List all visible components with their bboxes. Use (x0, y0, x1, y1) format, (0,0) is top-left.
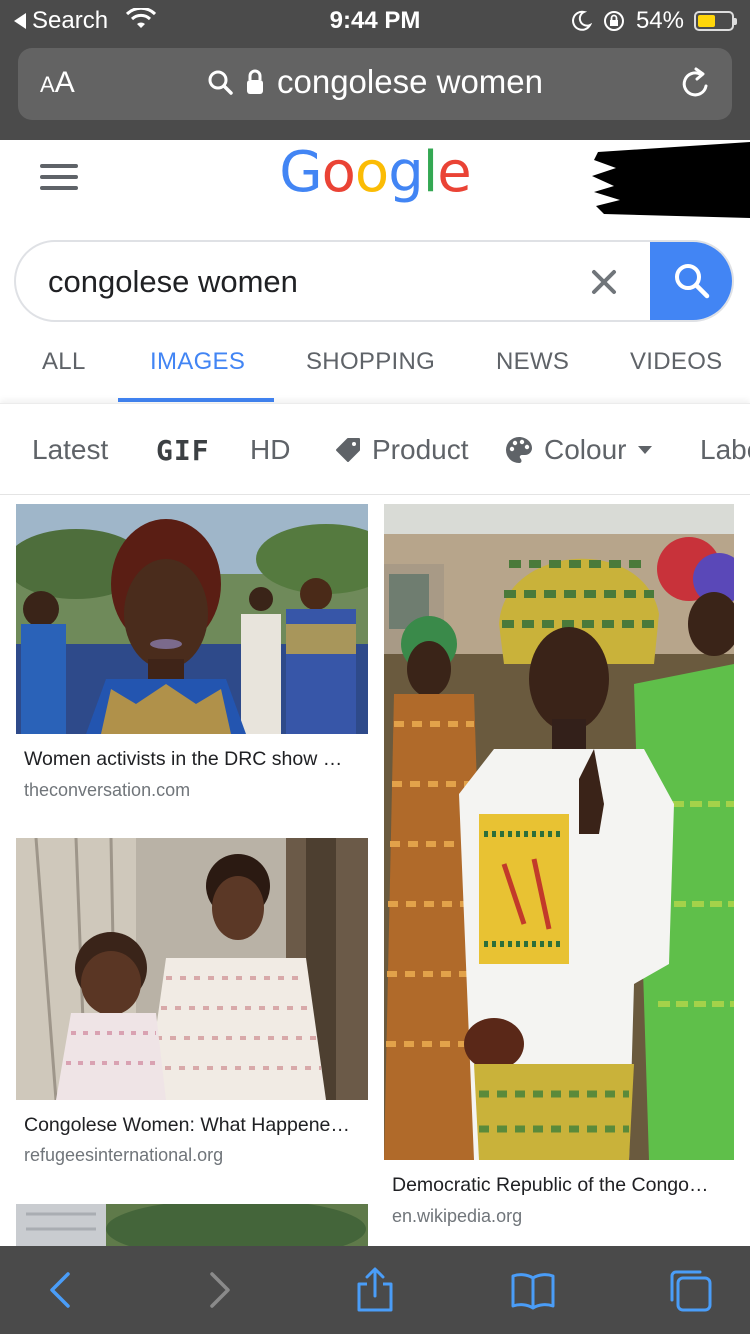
google-logo-letter: o (321, 140, 356, 205)
filter-latest[interactable]: Latest (32, 434, 108, 466)
google-logo-letter: g (388, 140, 424, 205)
tab-shopping[interactable]: SHOPPING (306, 348, 435, 376)
result-thumbnail-image[interactable] (16, 504, 368, 734)
address-bar[interactable]: AA congolese women (18, 48, 732, 120)
safari-toolbar (0, 1246, 750, 1334)
google-logo-letter: l (422, 140, 439, 205)
google-logo-letter: G (279, 140, 322, 205)
search-button[interactable] (650, 242, 732, 320)
share-icon[interactable] (351, 1266, 399, 1314)
search-tabs: ALL IMAGES SHOPPING NEWS VIDEOS (0, 330, 750, 402)
search-icon (675, 264, 710, 299)
tab-news[interactable]: NEWS (496, 348, 569, 376)
result-thumbnail-image[interactable] (16, 838, 368, 1100)
tag-icon (336, 438, 360, 462)
palette-icon (506, 437, 532, 463)
result-title[interactable]: Democratic Republic of the Congo… (392, 1174, 709, 1197)
result-source[interactable]: en.wikipedia.org (392, 1206, 522, 1227)
search-input[interactable]: congolese women (48, 264, 298, 300)
tab-all[interactable]: ALL (42, 348, 86, 376)
orientation-lock-icon (603, 11, 624, 31)
active-tab-indicator (118, 398, 274, 402)
image-results: Women activists in the DRC show … thecon… (0, 495, 750, 1246)
result-source[interactable]: theconversation.com (24, 780, 190, 801)
result-thumbnail-image[interactable] (384, 504, 734, 1160)
battery-percent: 54% (635, 7, 684, 34)
google-logo-letter: e (437, 140, 471, 205)
status-bar: Search 9:44 PM 54% (0, 0, 750, 40)
tabs-icon[interactable] (666, 1266, 714, 1314)
tab-videos[interactable]: VIDEOS (630, 348, 723, 376)
search-icon (208, 70, 233, 95)
image-result-card[interactable]: Congolese Women: What Happene… refugeesi… (16, 838, 368, 1168)
forward-icon[interactable] (194, 1266, 242, 1314)
image-result-card[interactable] (16, 1204, 368, 1246)
reload-icon[interactable] (678, 66, 714, 102)
redaction-scribble (592, 142, 750, 218)
filter-colour[interactable]: Colour (504, 434, 654, 466)
result-title[interactable]: Women activists in the DRC show … (24, 748, 342, 771)
back-icon[interactable] (38, 1266, 86, 1314)
image-result-card[interactable]: Women activists in the DRC show … thecon… (16, 504, 368, 824)
result-title[interactable]: Congolese Women: What Happene… (24, 1114, 350, 1137)
status-right-group: 54% (570, 7, 737, 35)
filter-hd[interactable]: HD (250, 434, 290, 466)
result-thumbnail-image[interactable] (16, 1204, 368, 1246)
moon-icon (572, 10, 592, 31)
tab-images[interactable]: IMAGES (150, 348, 245, 376)
safari-top-chrome: Search 9:44 PM 54% AA congolese women (0, 0, 750, 140)
filter-product[interactable]: Product (334, 434, 469, 466)
filter-chips: Latest GIF HD Product Colour Labe (0, 403, 750, 495)
clear-icon[interactable] (584, 262, 624, 302)
filter-gif[interactable]: GIF (156, 434, 210, 467)
caret-down-icon (638, 446, 653, 454)
address-display[interactable]: congolese women (18, 63, 732, 101)
search-box[interactable]: congolese women (14, 240, 734, 322)
image-result-card[interactable]: Democratic Republic of the Congo… en.wik… (384, 504, 734, 1244)
battery-icon (694, 11, 737, 31)
google-logo-letter: o (354, 140, 389, 205)
lock-icon (247, 69, 263, 94)
bookmarks-icon[interactable] (509, 1266, 557, 1314)
filter-label[interactable]: Labe (700, 434, 750, 466)
address-text: congolese women (277, 63, 543, 100)
google-header: Google (0, 140, 750, 230)
result-source[interactable]: refugeesinternational.org (24, 1145, 223, 1166)
